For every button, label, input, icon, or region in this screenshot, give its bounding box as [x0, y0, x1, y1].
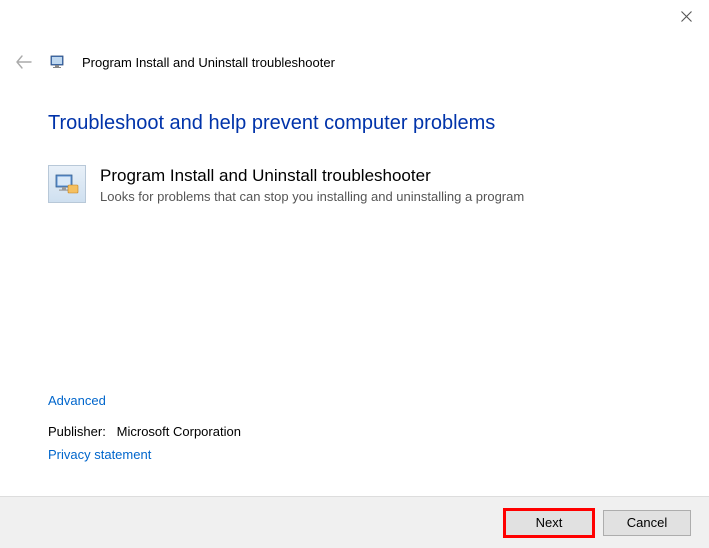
troubleshooter-text: Program Install and Uninstall troublesho… [100, 165, 524, 204]
window-title: Program Install and Uninstall troublesho… [82, 55, 335, 70]
back-arrow-icon [16, 55, 32, 69]
publisher-line: Publisher: Microsoft Corporation [48, 424, 241, 439]
page-heading: Troubleshoot and help prevent computer p… [48, 112, 661, 135]
troubleshooter-icon [50, 53, 68, 71]
window-icon [50, 53, 68, 71]
close-icon [681, 11, 692, 22]
header-bar: Program Install and Uninstall troublesho… [0, 36, 709, 74]
next-button[interactable]: Next [505, 510, 593, 536]
bottom-links: Advanced Publisher: Microsoft Corporatio… [48, 393, 241, 462]
troubleshooter-large-icon [48, 165, 86, 203]
cancel-button[interactable]: Cancel [603, 510, 691, 536]
publisher-value: Microsoft Corporation [117, 424, 241, 439]
main-content: Troubleshoot and help prevent computer p… [0, 74, 709, 204]
advanced-link[interactable]: Advanced [48, 393, 106, 408]
close-button[interactable] [663, 0, 709, 32]
troubleshooter-description: Looks for problems that can stop you ins… [100, 189, 524, 204]
troubleshooter-title: Program Install and Uninstall troublesho… [100, 165, 524, 187]
titlebar [0, 0, 709, 36]
privacy-link[interactable]: Privacy statement [48, 447, 151, 462]
publisher-label: Publisher: [48, 424, 106, 439]
troubleshooter-block: Program Install and Uninstall troublesho… [48, 165, 661, 204]
footer-buttons: Next Cancel [0, 496, 709, 548]
back-button [12, 50, 36, 74]
